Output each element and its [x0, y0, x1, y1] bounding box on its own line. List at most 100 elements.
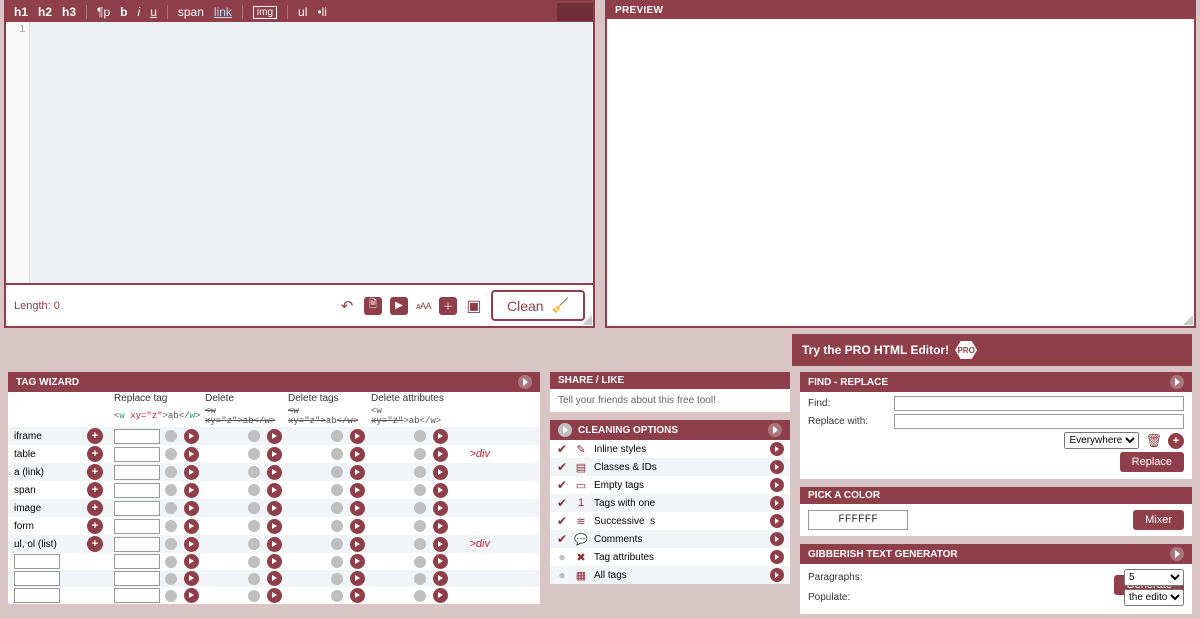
p-button[interactable]: ¶p: [97, 5, 110, 19]
new-file-icon[interactable]: 🗎: [364, 297, 382, 315]
source-textarea[interactable]: [30, 22, 593, 283]
ul-button[interactable]: ul: [298, 5, 307, 19]
run-icon[interactable]: [267, 429, 282, 444]
preview-area[interactable]: [607, 19, 1194, 326]
run-icon[interactable]: [350, 501, 365, 516]
toggle-all-icon[interactable]: [558, 423, 572, 437]
run-icon[interactable]: [433, 465, 448, 480]
run-icon[interactable]: [184, 465, 199, 480]
run-icon[interactable]: [267, 588, 282, 603]
populate-select[interactable]: the editor: [1124, 589, 1184, 606]
clean-button[interactable]: Clean 🧹: [491, 290, 585, 321]
scope-select[interactable]: Everywhere: [1064, 432, 1139, 449]
run-icon[interactable]: [184, 519, 199, 534]
img-button[interactable]: img: [253, 6, 277, 19]
run-icon[interactable]: [350, 465, 365, 480]
run-icon[interactable]: [433, 519, 448, 534]
replace-input[interactable]: [114, 465, 160, 480]
run-icon[interactable]: [184, 501, 199, 516]
add-tag-button[interactable]: +: [87, 446, 103, 462]
pro-banner[interactable]: Try the PRO HTML Editor! PRO: [792, 334, 1192, 366]
run-icon[interactable]: [267, 465, 282, 480]
run-icon[interactable]: [770, 514, 784, 528]
bold-button[interactable]: b: [120, 5, 127, 19]
run-icon[interactable]: [267, 554, 282, 569]
run-icon[interactable]: [433, 571, 448, 586]
run-icon[interactable]: [350, 554, 365, 569]
run-icon[interactable]: [433, 588, 448, 603]
check-icon[interactable]: ✔: [556, 478, 568, 492]
replace-input[interactable]: [114, 588, 160, 603]
replace-input[interactable]: [894, 414, 1184, 429]
replace-button[interactable]: Replace: [1120, 452, 1184, 472]
mixer-button[interactable]: Mixer: [1133, 510, 1184, 530]
run-icon[interactable]: [350, 571, 365, 586]
replace-input[interactable]: [114, 571, 160, 586]
trash-icon[interactable]: 🗑: [1145, 433, 1162, 449]
run-icon[interactable]: [184, 429, 199, 444]
replace-input[interactable]: [114, 519, 160, 534]
replace-input[interactable]: [114, 447, 160, 462]
span-button[interactable]: span: [178, 5, 204, 19]
resize-grip-icon[interactable]: [582, 315, 592, 325]
replace-input[interactable]: [114, 483, 160, 498]
run-gibberish-icon[interactable]: [1170, 547, 1184, 561]
replace-input[interactable]: [114, 537, 160, 552]
run-icon[interactable]: [350, 483, 365, 498]
check-icon[interactable]: ●: [556, 568, 568, 582]
run-icon[interactable]: [433, 429, 448, 444]
run-all-icon[interactable]: [518, 375, 532, 389]
layout-icon[interactable]: ▣: [465, 297, 483, 315]
check-icon[interactable]: ●: [556, 550, 568, 564]
run-icon[interactable]: [433, 537, 448, 552]
run-icon[interactable]: [267, 483, 282, 498]
find-input[interactable]: [894, 396, 1184, 411]
add-tag-button[interactable]: +: [87, 536, 103, 552]
run-icon[interactable]: [433, 554, 448, 569]
link-button[interactable]: link: [214, 5, 232, 19]
run-icon[interactable]: [184, 483, 199, 498]
run-icon[interactable]: [770, 550, 784, 564]
run-icon[interactable]: [184, 447, 199, 462]
check-icon[interactable]: ✔: [556, 496, 568, 510]
replace-input[interactable]: [114, 501, 160, 516]
replace-input[interactable]: [114, 429, 160, 444]
h3-button[interactable]: h3: [62, 5, 76, 19]
check-icon[interactable]: ✔: [556, 532, 568, 546]
add-tag-button[interactable]: +: [87, 428, 103, 444]
run-icon[interactable]: [267, 571, 282, 586]
run-icon[interactable]: [433, 447, 448, 462]
color-input[interactable]: [808, 510, 908, 530]
run-icon[interactable]: [184, 554, 199, 569]
run-icon[interactable]: [350, 447, 365, 462]
run-icon[interactable]: [267, 447, 282, 462]
custom-tag-input[interactable]: [14, 554, 60, 569]
run-icon[interactable]: [770, 460, 784, 474]
h1-button[interactable]: h1: [14, 5, 28, 19]
run-icon[interactable]: [184, 537, 199, 552]
run-icon[interactable]: [350, 588, 365, 603]
check-icon[interactable]: ✔: [556, 442, 568, 456]
custom-tag-input[interactable]: [14, 588, 60, 603]
add-tag-button[interactable]: +: [87, 482, 103, 498]
run-icon[interactable]: [770, 532, 784, 546]
run-icon[interactable]: [770, 568, 784, 582]
add-tag-button[interactable]: +: [87, 518, 103, 534]
add-tag-button[interactable]: +: [87, 464, 103, 480]
run-icon[interactable]: [184, 588, 199, 603]
resize-grip-icon[interactable]: [1183, 315, 1193, 325]
run-icon[interactable]: [267, 519, 282, 534]
add-rule-button[interactable]: +: [1168, 433, 1184, 449]
run-icon[interactable]: [770, 496, 784, 510]
run-icon[interactable]: [770, 478, 784, 492]
check-icon[interactable]: ✔: [556, 460, 568, 474]
underline-button[interactable]: u: [150, 5, 157, 19]
run-replace-icon[interactable]: [1170, 375, 1184, 389]
check-icon[interactable]: ✔: [556, 514, 568, 528]
run-cleaning-icon[interactable]: [768, 423, 782, 437]
run-icon[interactable]: [184, 571, 199, 586]
undo-icon[interactable]: ↶: [338, 297, 356, 315]
run-icon[interactable]: [433, 483, 448, 498]
font-size-icon[interactable]: ᴀAA: [416, 297, 431, 315]
run-icon[interactable]: [267, 501, 282, 516]
